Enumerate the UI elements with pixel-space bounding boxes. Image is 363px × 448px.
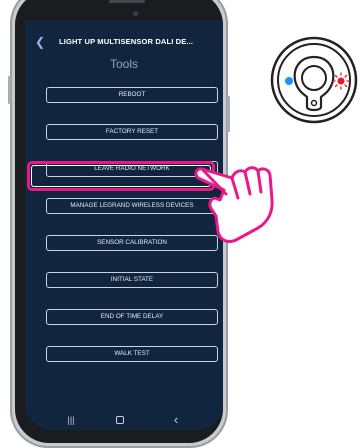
recents-nav-button[interactable]: ||| xyxy=(61,410,81,430)
highlight-ring xyxy=(27,161,215,191)
blue-led-icon xyxy=(285,77,293,85)
home-nav-button[interactable] xyxy=(116,416,124,424)
section-title: Tools xyxy=(109,57,138,71)
back-nav-button[interactable]: ‹ xyxy=(166,410,186,430)
reboot-button[interactable]: REBOOT xyxy=(46,87,218,103)
volume-button xyxy=(8,76,11,104)
app-title: LIGHT UP MULTISENSOR DALI DE... xyxy=(59,37,194,46)
power-button xyxy=(227,96,230,132)
red-led-icon xyxy=(332,72,350,90)
walk-test-button[interactable]: WALK TEST xyxy=(46,346,218,362)
sensor-device-icon xyxy=(270,36,358,124)
factory-reset-button[interactable]: FACTORY RESET xyxy=(46,124,218,140)
front-camera xyxy=(133,11,138,16)
end-of-time-delay-button[interactable]: END OF TIME DELAY xyxy=(46,309,218,325)
pointing-hand-icon xyxy=(194,166,274,244)
earpiece-speaker xyxy=(109,0,145,3)
initial-state-button[interactable]: INITIAL STATE xyxy=(46,272,218,288)
app-header: ❮ LIGHT UP MULTISENSOR DALI DE... xyxy=(25,34,223,50)
back-arrow-icon[interactable]: ❮ xyxy=(33,34,47,50)
system-navigation-bar: ||| ‹ xyxy=(25,410,223,430)
